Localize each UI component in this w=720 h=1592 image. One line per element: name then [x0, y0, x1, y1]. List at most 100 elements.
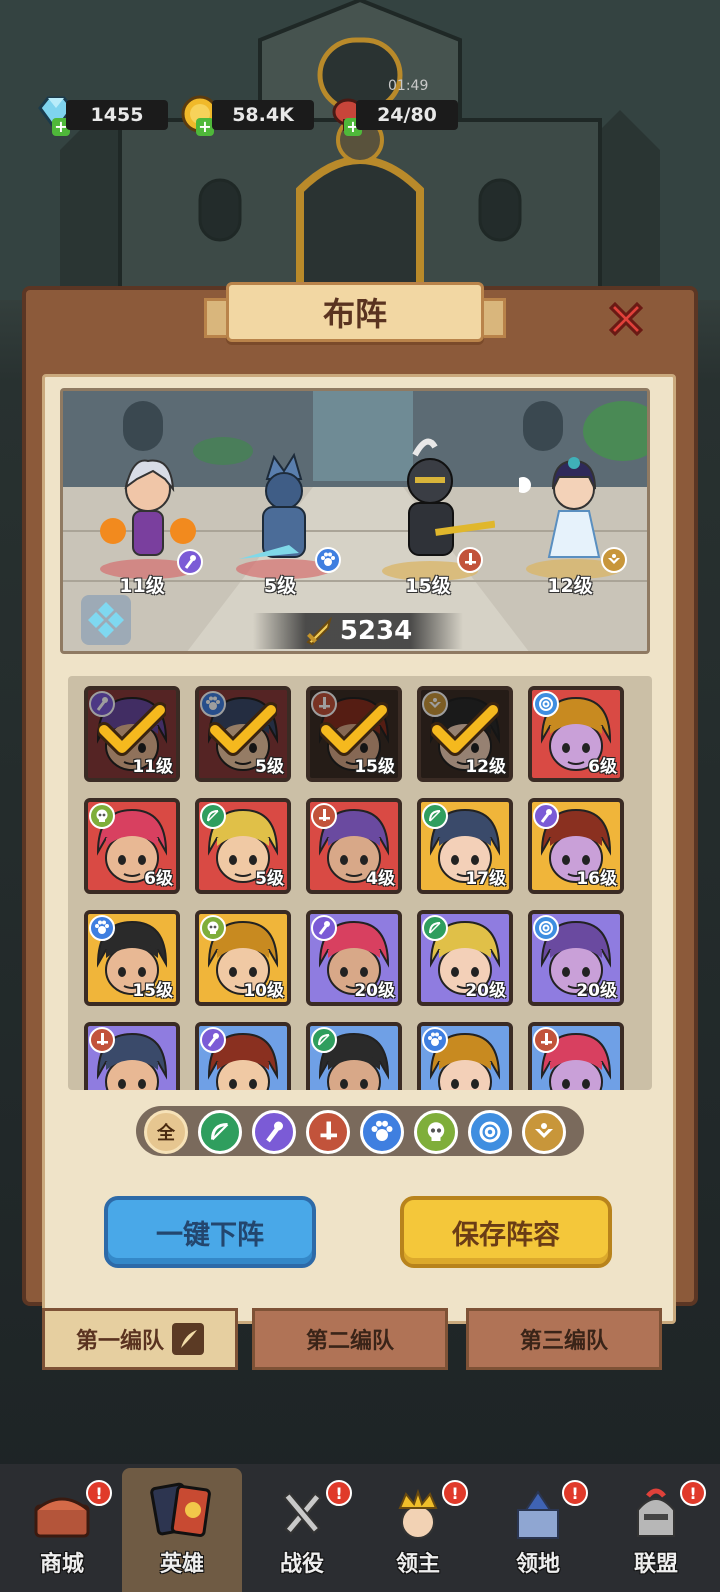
nav-heroes[interactable]: 英雄 — [122, 1468, 242, 1592]
shop-chest-icon — [34, 1497, 90, 1538]
hero-card[interactable]: 20级 — [417, 910, 513, 1006]
hero-card[interactable]: 12级 — [417, 686, 513, 782]
hero-class-icon — [200, 915, 226, 941]
hero-level: 16级 — [576, 869, 617, 889]
stamina-counter: 24/80 — [356, 100, 458, 130]
hero-card[interactable] — [417, 1022, 513, 1090]
hero-card[interactable]: 6级 — [528, 686, 624, 782]
filter-mage-button[interactable] — [252, 1110, 296, 1154]
filter-warrior-button[interactable] — [306, 1110, 350, 1154]
hero-level: 5级 — [255, 757, 284, 777]
hero-class-icon — [200, 803, 226, 829]
hero-card[interactable]: 20级 — [306, 910, 402, 1006]
edit-quill-icon[interactable] — [172, 1323, 204, 1355]
filter-support-button[interactable] — [522, 1110, 566, 1154]
gold-counter: 58.4K — [212, 100, 314, 130]
gems-counter: 1455 — [66, 100, 168, 130]
close-button[interactable] — [602, 296, 650, 342]
team-power: 5234 — [253, 613, 463, 649]
lineup-level-4: 12级 — [547, 575, 593, 597]
territory-alert-icon: ! — [562, 1480, 588, 1506]
lineup-level-3: 15级 — [405, 575, 451, 597]
filter-beast-button[interactable] — [360, 1110, 404, 1154]
nav-heroes-label: 英雄 — [159, 1552, 204, 1577]
hero-card[interactable] — [528, 1022, 624, 1090]
sword-power-icon — [306, 616, 332, 646]
hero-class-icon — [89, 803, 115, 829]
tab-team-2[interactable]: 第二编队 — [252, 1308, 448, 1370]
hero-cards-icon — [150, 1482, 211, 1537]
hero-class-icon — [311, 803, 337, 829]
lineup-class-badge-4 — [601, 547, 627, 573]
hero-card[interactable]: 17级 — [417, 798, 513, 894]
lineup-level-1: 11级 — [119, 575, 165, 597]
hero-class-icon — [311, 1027, 337, 1053]
hero-class-icon — [422, 915, 448, 941]
unequip-all-button[interactable]: 一键下阵 — [104, 1196, 316, 1268]
hero-level: 12级 — [465, 757, 506, 777]
hero-class-icon — [200, 1027, 226, 1053]
hero-level: 11级 — [132, 757, 173, 777]
hero-roster-grid[interactable]: 11级 5级 15级 12级 6级 6级 5级 4级 17级 16级 15级 10级 20级 20级 20级 — [68, 676, 652, 1090]
hero-level: 6级 — [144, 869, 173, 889]
filter-spiral-button[interactable] — [468, 1110, 512, 1154]
panel-title: 布阵 — [226, 282, 484, 342]
filter-skull-button[interactable] — [414, 1110, 458, 1154]
hero-card[interactable]: 15级 — [306, 686, 402, 782]
hero-level: 4级 — [366, 869, 395, 889]
team-power-value: 5234 — [339, 616, 413, 646]
nav-lord[interactable]: ! 领主 — [358, 1468, 478, 1592]
nav-territory[interactable]: ! 领地 — [478, 1468, 598, 1592]
lineup-class-badge-2 — [315, 547, 341, 573]
hero-card[interactable]: 20级 — [528, 910, 624, 1006]
hero-card[interactable] — [195, 1022, 291, 1090]
hero-card[interactable]: 16级 — [528, 798, 624, 894]
nav-shop-label: 商城 — [39, 1552, 84, 1577]
hero-level: 10级 — [243, 981, 284, 1001]
hero-class-icon — [89, 1027, 115, 1053]
hero-card[interactable]: 10级 — [195, 910, 291, 1006]
tab-team-3[interactable]: 第三编队 — [466, 1308, 662, 1370]
hero-level: 17级 — [465, 869, 506, 889]
save-lineup-button[interactable]: 保存阵容 — [400, 1196, 612, 1268]
hero-level: 5级 — [255, 869, 284, 889]
hero-level: 15级 — [132, 981, 173, 1001]
hero-card[interactable] — [306, 1022, 402, 1090]
nav-alliance[interactable]: ! 联盟 — [596, 1468, 716, 1592]
tab-team-1-label: 第一编队 — [75, 1329, 164, 1354]
hero-class-icon — [533, 691, 559, 717]
nav-shop[interactable]: ! 商城 — [2, 1468, 122, 1592]
hero-class-icon — [422, 803, 448, 829]
nav-alliance-label: 联盟 — [633, 1552, 678, 1577]
shop-alert-icon: ! — [86, 1480, 112, 1506]
checkmark-icon — [431, 702, 499, 756]
hero-level: 20级 — [465, 981, 506, 1001]
lineup-level-2: 5级 — [263, 575, 297, 597]
tab-team-1[interactable]: 第一编队 — [42, 1308, 238, 1370]
filter-ranger-button[interactable] — [198, 1110, 242, 1154]
filter-all-button[interactable]: 全 — [144, 1110, 188, 1154]
nav-campaign[interactable]: ! 战役 — [242, 1468, 362, 1592]
hero-class-icon — [533, 803, 559, 829]
crossed-swords-icon — [282, 1491, 322, 1535]
close-x-icon — [608, 301, 644, 337]
hero-card[interactable] — [84, 1022, 180, 1090]
hero-card[interactable]: 5级 — [195, 686, 291, 782]
checkmark-icon — [320, 702, 388, 756]
hero-class-icon — [533, 1027, 559, 1053]
checkmark-icon — [98, 702, 166, 756]
hero-card[interactable]: 6级 — [84, 798, 180, 894]
hero-card[interactable]: 4级 — [306, 798, 402, 894]
campaign-alert-icon: ! — [326, 1480, 352, 1506]
nav-campaign-label: 战役 — [279, 1552, 324, 1577]
formation-toggle-button[interactable] — [81, 595, 131, 645]
hero-class-icon — [533, 915, 559, 941]
hero-class-icon — [422, 1027, 448, 1053]
hero-card[interactable]: 15级 — [84, 910, 180, 1006]
knight-helmet-icon — [637, 1488, 675, 1537]
formation-grid-icon — [88, 602, 124, 638]
hero-level: 15级 — [354, 757, 395, 777]
hero-card[interactable]: 11级 — [84, 686, 180, 782]
hero-class-icon — [89, 915, 115, 941]
hero-card[interactable]: 5级 — [195, 798, 291, 894]
